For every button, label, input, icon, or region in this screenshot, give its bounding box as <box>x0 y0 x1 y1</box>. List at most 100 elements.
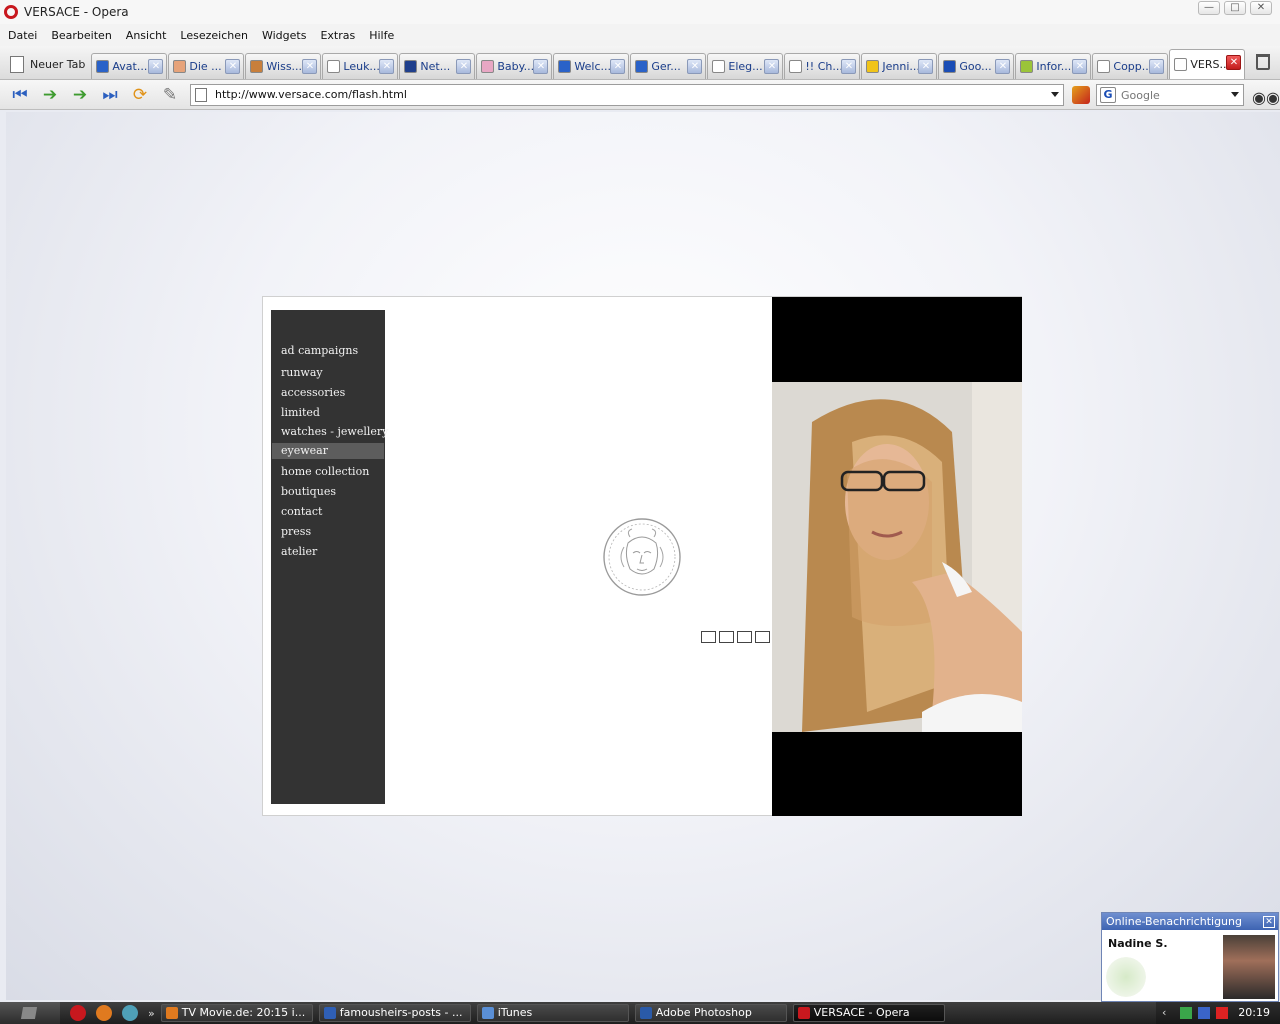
tab-6[interactable]: Welc... ✕ <box>553 53 630 79</box>
tab-5[interactable]: Baby... ✕ <box>476 53 553 79</box>
firefox-quicklaunch-icon[interactable] <box>96 1005 112 1021</box>
notification-contact-name: Nadine S. <box>1108 937 1168 950</box>
nav-item-ad-campaigns[interactable]: ad campaigns <box>272 343 384 359</box>
close-button[interactable]: ✕ <box>1250 1 1272 15</box>
search-dropdown-icon[interactable] <box>1231 92 1239 97</box>
menu-lesezeichen[interactable]: Lesezeichen <box>180 29 248 42</box>
menu-datei[interactable]: Datei <box>8 29 37 42</box>
tab-close-icon[interactable]: ✕ <box>610 59 626 74</box>
menu-widgets[interactable]: Widgets <box>262 29 306 42</box>
nav-item-home-collection[interactable]: home collection <box>272 464 384 480</box>
taskbar-button[interactable]: iTunes <box>476 1004 629 1022</box>
tab-close-icon[interactable]: ✕ <box>225 59 241 74</box>
app-quicklaunch-icon[interactable] <box>122 1005 138 1021</box>
search-input[interactable] <box>1121 87 1221 103</box>
wand-icon[interactable] <box>1072 86 1090 104</box>
tab-close-icon[interactable]: ✕ <box>918 59 934 74</box>
slide-dot[interactable] <box>719 631 734 643</box>
nav-item-boutiques[interactable]: boutiques <box>272 484 384 500</box>
tab-11[interactable]: Goo... ✕ <box>938 53 1015 79</box>
tab-close-icon[interactable]: ✕ <box>995 59 1011 74</box>
address-dropdown-icon[interactable] <box>1051 92 1059 97</box>
quicklaunch-expand-icon[interactable]: » <box>148 1007 155 1020</box>
menu-bearbeiten[interactable]: Bearbeiten <box>51 29 111 42</box>
new-tab-button[interactable]: Neuer Tab <box>4 49 91 79</box>
back-icon[interactable]: ➔ <box>38 84 62 106</box>
tab-favicon-icon <box>96 60 110 73</box>
tab-close-icon[interactable]: ✕ <box>687 59 703 74</box>
tab-close-icon[interactable]: ✕ <box>841 59 857 74</box>
new-tab-label: Neuer Tab <box>30 57 86 71</box>
tab-label: Jenni... <box>882 60 920 73</box>
tab-favicon-icon <box>481 60 495 73</box>
rewind-icon[interactable]: ⏮ <box>8 84 32 106</box>
search-field[interactable]: G <box>1096 84 1244 106</box>
google-icon[interactable]: G <box>1100 87 1116 103</box>
tab-close-icon[interactable]: ✕ <box>1072 59 1088 74</box>
nav-item-limited[interactable]: limited <box>272 405 384 421</box>
tab-label: Goo... <box>959 60 992 73</box>
edit-icon[interactable]: ✎ <box>158 84 182 106</box>
maximize-button[interactable]: □ <box>1224 1 1246 15</box>
tab-label: Eleg... <box>728 60 763 73</box>
tab-12[interactable]: Infor... ✕ <box>1015 53 1092 79</box>
reload-icon[interactable]: ⟳ <box>128 84 152 106</box>
taskbar-button[interactable]: TV Movie.de: 20:15 i... <box>160 1004 313 1022</box>
tab-close-icon[interactable]: ✕ <box>764 59 780 74</box>
tab-close-icon[interactable]: ✕ <box>1226 55 1242 70</box>
antivirus-icon[interactable] <box>1216 1007 1228 1019</box>
menu-extras[interactable]: Extras <box>320 29 355 42</box>
slide-dot[interactable] <box>755 631 770 643</box>
tab-2[interactable]: Wiss... ✕ <box>245 53 322 79</box>
glasses-icon[interactable]: ◉◉ <box>1252 88 1280 107</box>
online-notification[interactable]: Online-Benachrichtigung ✕ Nadine S. <box>1101 912 1279 1002</box>
tab-0[interactable]: Avat... ✕ <box>91 53 168 79</box>
tab-8[interactable]: Eleg... ✕ <box>707 53 784 79</box>
tab-13[interactable]: Copp... ✕ <box>1092 53 1169 79</box>
monitor-icon[interactable] <box>1198 1007 1210 1019</box>
start-button[interactable] <box>0 1002 60 1024</box>
tab-favicon-icon <box>943 60 957 73</box>
menu-ansicht[interactable]: Ansicht <box>126 29 167 42</box>
minimize-button[interactable]: — <box>1198 1 1220 15</box>
trash-icon[interactable] <box>1256 54 1270 70</box>
nav-item-atelier[interactable]: atelier <box>272 544 384 560</box>
taskbar-button[interactable]: VERSACE - Opera <box>792 1004 945 1022</box>
tab-10[interactable]: Jenni... ✕ <box>861 53 938 79</box>
tab-favicon-icon <box>635 60 649 73</box>
tab-9[interactable]: !! Ch... ✕ <box>784 53 861 79</box>
tab-close-icon[interactable]: ✕ <box>533 59 549 74</box>
nav-item-runway[interactable]: runway <box>272 365 384 381</box>
tab-close-icon[interactable]: ✕ <box>1149 59 1165 74</box>
tab-close-icon[interactable]: ✕ <box>302 59 318 74</box>
nav-item-press[interactable]: press <box>272 524 384 540</box>
tab-4[interactable]: Net... ✕ <box>399 53 476 79</box>
forward-icon[interactable]: ➔ <box>68 84 92 106</box>
tray-expand-icon[interactable]: ‹ <box>1162 1007 1174 1019</box>
nav-item-eyewear[interactable]: eyewear <box>272 443 384 459</box>
nav-item-watches-jewellery[interactable]: watches - jewellery <box>272 424 388 440</box>
nav-item-accessories[interactable]: accessories <box>272 385 384 401</box>
taskbar-button[interactable]: famousheirs-posts - ... <box>318 1004 471 1022</box>
medusa-logo-icon <box>603 518 681 596</box>
tab-label: Wiss... <box>266 60 303 73</box>
fast-forward-icon[interactable]: ⏭ <box>98 84 122 106</box>
nav-item-contact[interactable]: contact <box>272 504 384 520</box>
address-field[interactable]: http://www.versace.com/flash.html <box>190 84 1064 106</box>
notification-close-icon[interactable]: ✕ <box>1263 916 1275 928</box>
tab-7[interactable]: Ger... ✕ <box>630 53 707 79</box>
tab-14[interactable]: VERS... ✕ <box>1169 49 1246 79</box>
tab-close-icon[interactable]: ✕ <box>379 59 395 74</box>
network-icon[interactable] <box>1180 1007 1192 1019</box>
tab-1[interactable]: Die ... ✕ <box>168 53 245 79</box>
task-app-icon <box>323 1007 336 1019</box>
tab-3[interactable]: Leuk... ✕ <box>322 53 399 79</box>
tab-close-icon[interactable]: ✕ <box>148 59 164 74</box>
tab-close-icon[interactable]: ✕ <box>456 59 472 74</box>
slide-dot[interactable] <box>737 631 752 643</box>
tab-favicon-icon <box>1174 58 1188 71</box>
taskbar-button[interactable]: Adobe Photoshop <box>634 1004 787 1022</box>
menu-hilfe[interactable]: Hilfe <box>369 29 394 42</box>
opera-quicklaunch-icon[interactable] <box>70 1005 86 1021</box>
slide-dot[interactable] <box>701 631 716 643</box>
